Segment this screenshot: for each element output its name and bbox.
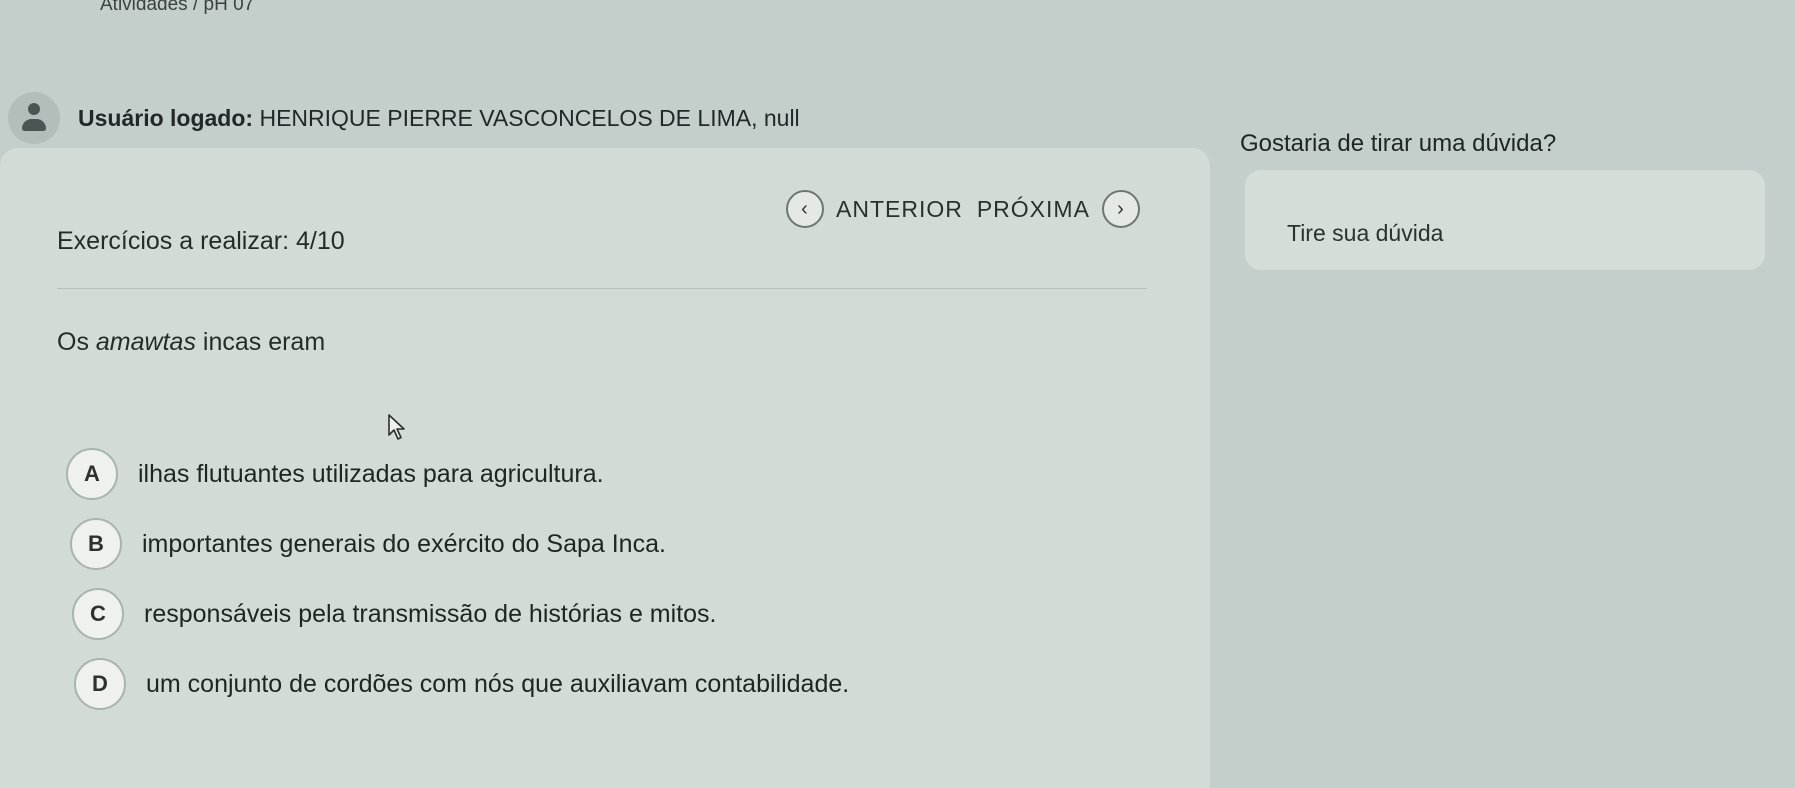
option-text[interactable]: ilhas flutuantes utilizadas para agricul… (138, 460, 604, 489)
previous-button[interactable]: ANTERIOR (834, 196, 965, 223)
option-letter[interactable]: B (70, 518, 122, 570)
question-text: Os amawtas incas eram (57, 328, 325, 357)
option-c[interactable]: C responsáveis pela transmissão de histó… (72, 588, 717, 640)
next-button[interactable]: PRÓXIMA (975, 196, 1092, 223)
option-d[interactable]: D um conjunto de cordões com nós que aux… (74, 658, 849, 710)
question-prefix: Os (57, 328, 96, 356)
logged-user-name: HENRIQUE PIERRE VASCONCELOS DE LIMA, nul… (259, 104, 800, 131)
option-letter[interactable]: C (72, 588, 124, 640)
exercise-navigation: ‹ ANTERIOR PRÓXIMA › (786, 190, 1140, 228)
option-b[interactable]: B importantes generais do exército do Sa… (70, 518, 666, 570)
chevron-right-icon[interactable]: › (1101, 190, 1140, 228)
option-a[interactable]: A ilhas flutuantes utilizadas para agric… (66, 448, 604, 500)
question-suffix: incas eram (195, 328, 326, 356)
option-letter[interactable]: D (74, 658, 126, 710)
mouse-cursor-icon (388, 414, 405, 440)
exercise-counter: Exercícios a realizar: 4/10 (57, 227, 345, 255)
question-italic-term: amawtas (95, 328, 196, 356)
chevron-left-icon[interactable]: ‹ (786, 190, 824, 228)
ask-question-button[interactable]: Tire sua dúvida (1287, 220, 1443, 247)
option-letter[interactable]: A (66, 448, 118, 500)
option-text[interactable]: um conjunto de cordões com nós que auxil… (146, 670, 849, 699)
option-text[interactable]: importantes generais do exército do Sapa… (142, 530, 666, 559)
logged-user-info: Usuário logado: HENRIQUE PIERRE VASCONCE… (8, 88, 800, 148)
help-title: Gostaria de tirar uma dúvida? (1240, 130, 1557, 157)
breadcrumb: Atividades / pH 07 (100, 0, 255, 15)
logged-user-text: Usuário logado: HENRIQUE PIERRE VASCONCE… (78, 105, 800, 132)
user-avatar-icon (8, 92, 60, 144)
option-text[interactable]: responsáveis pela transmissão de históri… (144, 600, 717, 629)
logged-user-label: Usuário logado: (78, 104, 254, 131)
header-divider (57, 288, 1147, 289)
